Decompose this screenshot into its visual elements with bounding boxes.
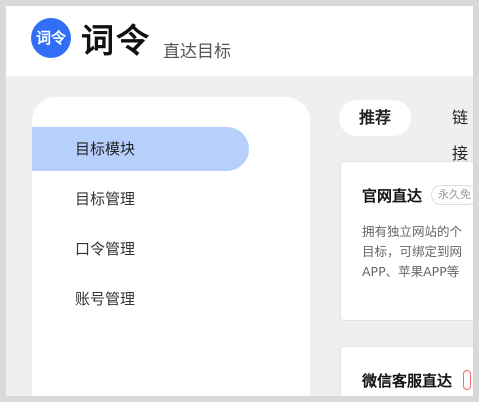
card-wechat-service-direct[interactable]: 微信客服直达 [340, 346, 473, 396]
sidebar-item-target-module[interactable]: 目标模块 [32, 127, 249, 171]
card-badge: 永久免 [431, 185, 473, 205]
card-title: 官网直达 [362, 187, 423, 205]
header: 词令 词令 直达目标 [6, 6, 473, 76]
tab-link[interactable]: 链接 [452, 100, 473, 163]
app-subtitle: 直达目标 [163, 42, 231, 62]
sidebar-item-target-management[interactable]: 目标管理 [32, 177, 249, 221]
sidebar-item-account-management[interactable]: 账号管理 [32, 277, 249, 321]
card-badge [463, 370, 471, 390]
sidebar: 目标模块 目标管理 口令管理 账号管理 [32, 97, 310, 396]
app-window: 词令 词令 直达目标 目标模块 目标管理 口令管理 账号管理 推荐 链接 官网直… [6, 6, 473, 396]
card-description-line: 目标，可绑定到网 [362, 244, 463, 259]
sidebar-item-command-management[interactable]: 口令管理 [32, 227, 249, 271]
card-title: 微信客服直达 [362, 372, 453, 390]
tab-recommended[interactable]: 推荐 [339, 100, 411, 136]
app-logo: 词令 [31, 18, 71, 58]
card-description-line: APP、苹果APP等 [362, 264, 460, 279]
app-title: 词令 [81, 21, 151, 60]
card-website-direct[interactable]: 官网直达 永久免 拥有独立网站的个 目标，可绑定到网 APP、苹果APP等 [340, 161, 473, 321]
card-description-line: 拥有独立网站的个 [362, 224, 463, 239]
